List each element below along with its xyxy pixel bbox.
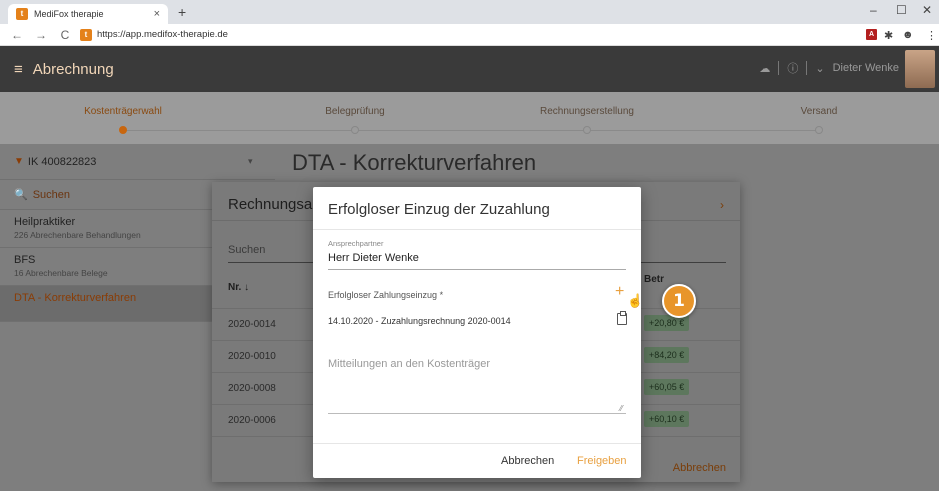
filter-icon: ▼ (14, 156, 24, 167)
url-field[interactable]: t https://app.medifox-therapie.de (80, 28, 228, 41)
app-header: ≡ Abrechnung ☁ ⓘ ⌄ Dieter Wenke (0, 46, 939, 92)
invoice-dialog-title: Rechnungsa (228, 196, 313, 213)
zuzahlung-dialog: Erfolgloser Einzug der Zuzahlung Ansprec… (313, 187, 644, 478)
new-tab-icon[interactable]: + (178, 4, 186, 20)
browser-menu-icon[interactable]: ⋮ (926, 29, 937, 42)
search-icon: 🔍 (14, 189, 28, 201)
reload-icon[interactable]: C (58, 28, 72, 42)
amount-badge: +60,10 € (644, 411, 690, 427)
step-belegpruefung[interactable]: Belegprüfung (285, 106, 425, 117)
divider (313, 443, 641, 444)
user-name[interactable]: Dieter Wenke (833, 62, 899, 74)
page-title: DTA - Korrekturverfahren (292, 150, 537, 175)
invoice-search-input[interactable]: Suchen (228, 244, 265, 256)
header-actions: ☁ ⓘ ⌄ Dieter Wenke (759, 60, 899, 76)
site-favicon-icon: t (80, 28, 92, 41)
dialog-title: Erfolgloser Einzug der Zuzahlung (328, 201, 550, 218)
step-dot (815, 126, 823, 134)
divider (806, 61, 808, 75)
contact-field[interactable]: Herr Dieter Wenke (328, 252, 419, 264)
release-button[interactable]: Freigeben (577, 455, 627, 467)
step-dot (583, 126, 591, 134)
step-callout-badge: 1 (662, 284, 696, 318)
close-window-icon[interactable]: ✕ (922, 3, 932, 17)
amount-badge: +60,05 € (644, 379, 690, 395)
chevron-right-icon[interactable]: › (720, 198, 724, 212)
chevron-down-icon[interactable]: ⌄ (815, 62, 824, 75)
cancel-button[interactable]: Abbrechen (501, 455, 554, 467)
address-bar: ← → C t https://app.medifox-therapie.de … (0, 24, 939, 46)
notes-underline (328, 413, 626, 414)
invoice-number: 2020-0006 (228, 415, 276, 426)
contact-label: Ansprechpartner (328, 239, 384, 248)
url-text: https://app.medifox-therapie.de (97, 29, 228, 40)
sidebar-search-label: Suchen (32, 188, 71, 201)
step-dot-active (119, 126, 127, 134)
zahlungseinzug-label: Erfolgloser Zahlungseinzug * (328, 290, 444, 300)
app-title: Abrechnung (32, 60, 114, 78)
divider (778, 61, 780, 75)
contact-underline (328, 269, 626, 270)
tab-title: MediFox therapie (34, 9, 104, 19)
invoice-cancel-button[interactable]: Abbrechen (673, 462, 726, 474)
amount-badge: +84,20 € (644, 347, 690, 363)
step-kostentraegerwahl[interactable]: Kostenträgerwahl (53, 106, 193, 117)
help-icon[interactable]: ⓘ (787, 60, 798, 76)
column-header-nr[interactable]: Nr. ↓ (228, 282, 249, 293)
app-title-area: ≡ Abrechnung (0, 46, 205, 92)
step-versand[interactable]: Versand (749, 106, 889, 117)
browser-tab[interactable]: t MediFox therapie × (8, 4, 168, 24)
extensions-puzzle-icon[interactable]: ✱ (884, 29, 893, 42)
resize-handle-icon[interactable]: ⁄⁄ (620, 404, 623, 413)
maximize-icon[interactable]: ☐ (896, 3, 907, 17)
step-rechnungserstellung[interactable]: Rechnungserstellung (517, 106, 657, 117)
ik-filter[interactable]: ▼ IK 400822823 ▾ (0, 144, 275, 180)
clipboard-icon[interactable] (617, 311, 627, 325)
invoice-number: 2020-0010 (228, 351, 276, 362)
notes-textarea[interactable]: Mitteilungen an den Kostenträger (328, 358, 490, 370)
browser-tab-bar: t MediFox therapie × + – ☐ ✕ (0, 0, 939, 24)
ik-filter-label: IK 400822823 (27, 155, 97, 168)
profile-icon[interactable]: ☻ (902, 29, 914, 41)
tab-close-icon[interactable]: × (154, 8, 160, 20)
column-header-betrag[interactable]: Betr (644, 274, 664, 285)
hand-cursor-icon: ☝ (627, 293, 644, 308)
invoice-number: 2020-0014 (228, 319, 276, 330)
pdf-extension-icon[interactable]: A (866, 29, 877, 40)
step-dot (351, 126, 359, 134)
stepper-line (123, 130, 819, 131)
invoice-number: 2020-0008 (228, 383, 276, 394)
add-icon[interactable]: + (615, 283, 624, 301)
divider (313, 229, 641, 230)
hamburger-menu-icon[interactable]: ≡ (14, 61, 23, 78)
back-icon[interactable]: ← (10, 28, 24, 42)
process-stepper: Kostenträgerwahl Belegprüfung Rechnungse… (0, 92, 939, 144)
avatar[interactable] (905, 50, 935, 88)
forward-icon[interactable]: → (34, 28, 48, 42)
caret-down-icon: ▾ (248, 156, 253, 166)
zahlungseinzug-entry: 14.10.2020 - Zuzahlungsrechnung 2020-001… (328, 316, 511, 326)
medifox-favicon-icon: t (16, 8, 28, 20)
minimize-icon[interactable]: – (870, 3, 877, 17)
cloud-icon[interactable]: ☁ (759, 62, 770, 75)
